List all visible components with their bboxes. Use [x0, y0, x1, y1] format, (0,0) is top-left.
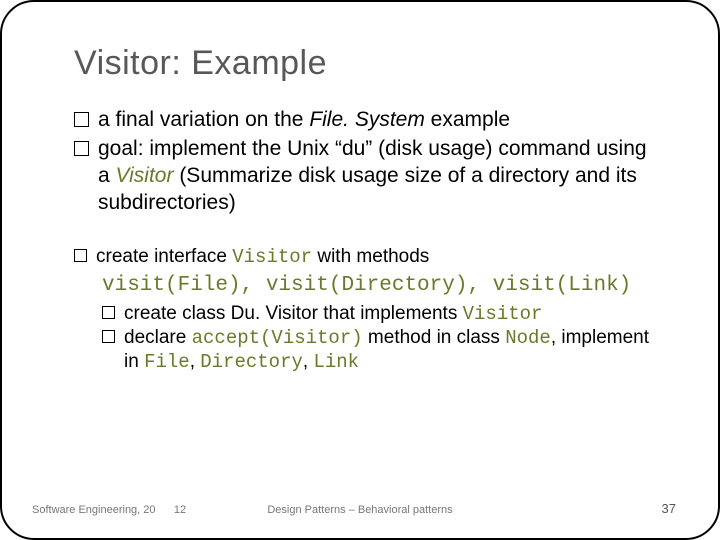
bullet-1-text-a: a final variation on the: [98, 108, 309, 131]
bullet-4-mono: Visitor: [463, 303, 543, 325]
footer-right: 37: [662, 501, 676, 516]
slide-title: Visitor: Example: [74, 44, 662, 83]
sub-list: create class Du. Visitor that implements…: [102, 302, 662, 375]
bullet-5: declare accept(Visitor) method in class …: [102, 326, 662, 375]
bullet-5-m2: Node: [505, 327, 551, 349]
bullet-1-text-b: example: [425, 108, 510, 131]
slide-body: a final variation on the File. System ex…: [74, 107, 662, 375]
bullet-2-italic: Visitor: [116, 164, 174, 187]
bullet-5-text-a: declare: [124, 327, 192, 348]
bullet-5-text-d: ,: [190, 351, 201, 372]
spacer: [74, 219, 662, 245]
bullet-1-italic: File. System: [309, 108, 425, 131]
slide: Visitor: Example a final variation on th…: [0, 0, 720, 540]
bullet-3-text-b: with methods: [312, 246, 429, 267]
bullet-1: a final variation on the File. System ex…: [74, 107, 662, 134]
bullet-2: goal: implement the Unix “du” (disk usag…: [74, 136, 662, 217]
bullet-5-text-b: method in class: [363, 327, 506, 348]
bullet-4: create class Du. Visitor that implements…: [102, 302, 662, 326]
bullet-5-m1: accept(Visitor): [192, 327, 363, 349]
bullet-5-text-e: ,: [303, 351, 314, 372]
bullet-3-monoline: visit(File), visit(Directory), visit(Lin…: [102, 274, 631, 297]
bullet-3-monoline-wrap: visit(File), visit(Directory), visit(Lin…: [102, 271, 662, 300]
bullet-2-text-b: (Summarize disk usage size of a director…: [98, 164, 637, 214]
bullet-5-m5: Link: [313, 351, 359, 373]
bullet-5-m4: Directory: [200, 351, 303, 373]
bullet-3-text-a: create interface: [96, 246, 232, 267]
bullet-3-mono: Visitor: [232, 246, 312, 268]
footer-mid: Design Patterns – Behavioral patterns: [2, 504, 718, 516]
bullet-4-text-a: create class Du. Visitor that implements: [124, 303, 463, 324]
bullet-5-m3: File: [144, 351, 190, 373]
bullet-3: create interface Visitor with methods: [74, 245, 662, 269]
